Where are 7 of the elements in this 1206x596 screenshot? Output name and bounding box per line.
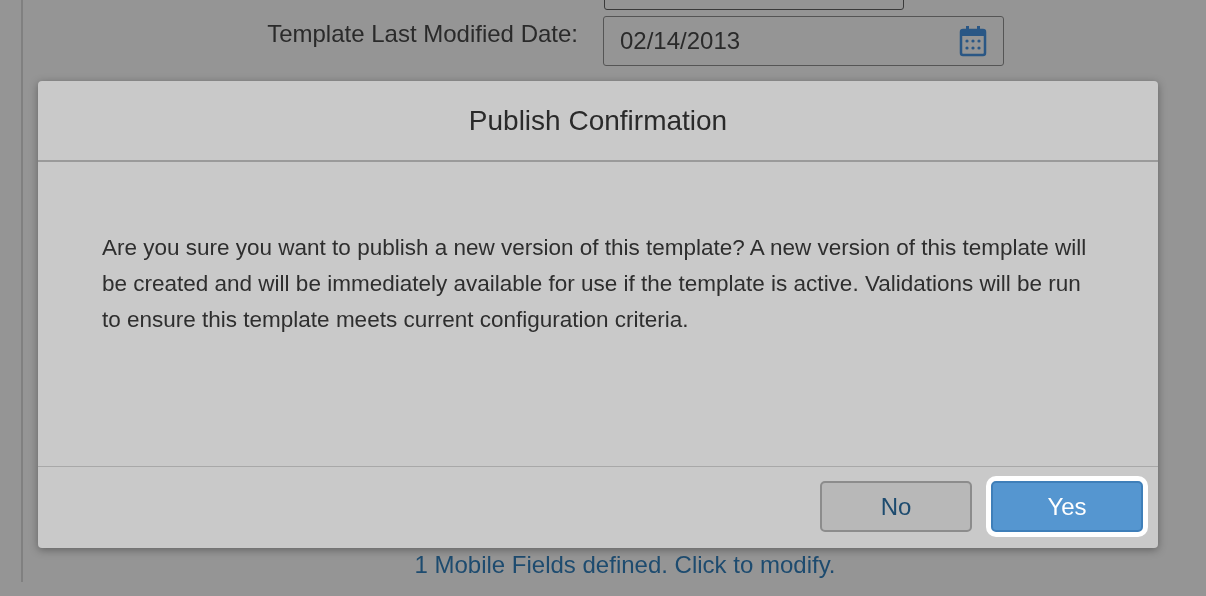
field-label: Template Last Modified Date:: [266, 19, 578, 49]
cancel-button[interactable]: No: [820, 481, 972, 532]
calendar-icon: [959, 25, 987, 57]
date-field[interactable]: 02/14/2013: [603, 16, 1004, 66]
modify-link[interactable]: 1 Mobile Fields defined. Click to modify.: [414, 551, 836, 578]
dialog-message: Are you sure you want to publish a new version of this template? A new version of this template will be created and will be immediately available for use if the template is active. Validations will be run to ensure this template meets current configuration criteria.: [102, 234, 1088, 334]
dialog-title: Publish Confirmation: [468, 103, 728, 138]
